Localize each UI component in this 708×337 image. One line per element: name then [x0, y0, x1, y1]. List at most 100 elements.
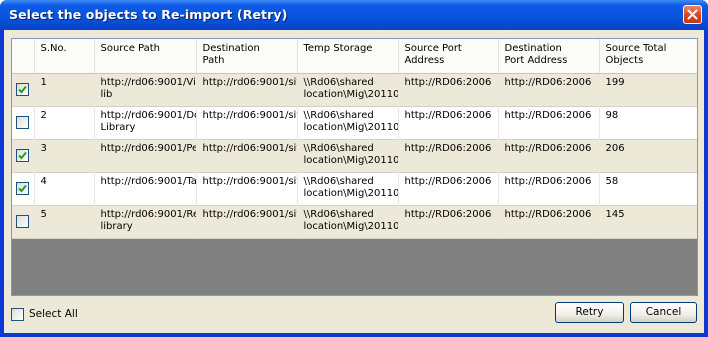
temp-storage-cell: \\Rd06\sharedlocation\Mig\2011092	[297, 172, 399, 206]
close-icon	[687, 9, 698, 20]
title-bar[interactable]: Select the objects to Re-import (Retry)	[0, 0, 708, 30]
cell-text: location\Mig\2011092	[303, 188, 398, 199]
cell-text: \\Rd06\shared	[303, 209, 374, 220]
column-header-label: Source Total	[605, 43, 667, 54]
close-button[interactable]	[683, 5, 702, 24]
cell-text: \\Rd06\shared	[303, 110, 374, 121]
cell-text: http://rd06:9001/Vie	[100, 77, 196, 88]
destination-path-cell: http://rd06:9001/site	[196, 139, 298, 173]
cell-text: http://rd06:9001/site	[202, 209, 297, 220]
destination-path-cell: http://rd06:9001/site	[196, 73, 298, 107]
table-row[interactable]: 5 http://rd06:9001/Rel library http://rd06:…	[12, 205, 697, 239]
cell-text: http://RD06:2006	[504, 77, 592, 88]
row-checkbox[interactable]	[16, 83, 30, 97]
source-port-cell: http://RD06:2006	[398, 106, 499, 140]
source-total-cell: 199	[599, 73, 697, 107]
column-header-label: Address	[404, 55, 445, 66]
serial-number-cell: 3	[34, 139, 95, 173]
column-header-label: Source Path	[100, 43, 161, 54]
cell-text: location\Mig\2011092	[303, 221, 398, 232]
destination-path-cell: http://rd06:9001/site	[196, 172, 298, 206]
column-header-label: Destination	[202, 43, 260, 54]
source-path-cell: http://rd06:9001/Per	[94, 139, 197, 173]
grid-header: S.No. Source Path Destination Path Temp Stor…	[12, 39, 697, 74]
temp-storage-cell: \\Rd06\sharedlocation\Mig\2011092	[297, 106, 399, 140]
header-sno[interactable]: S.No.	[34, 39, 95, 74]
objects-grid[interactable]: S.No. Source Path Destination Path Temp Stor…	[11, 38, 698, 296]
cell-text: Library	[100, 122, 136, 133]
dialog-window: Select the objects to Re-import (Retry)	[0, 0, 708, 337]
destination-path-cell: http://rd06:9001/site	[196, 205, 298, 239]
cell-text: http://RD06:2006	[404, 110, 492, 121]
cell-text: 145	[605, 209, 625, 220]
cell-text: location\Mig\2011092	[303, 122, 398, 133]
column-header-label: Path	[202, 55, 225, 66]
table-row[interactable]: 2 http://rd06:9001/Do Library http://rd06:9…	[12, 106, 697, 140]
header-source-port[interactable]: Source Port Address	[398, 39, 499, 74]
cell-text: \\Rd06\shared	[303, 143, 374, 154]
source-total-cell: 98	[599, 106, 697, 140]
cell-text: http://rd06:9001/Tas	[100, 176, 196, 187]
table-row[interactable]: 4 http://rd06:9001/Tas http://rd06:9001/si…	[12, 172, 697, 206]
row-checkbox-cell	[12, 205, 35, 239]
check-icon	[18, 152, 28, 160]
cell-text: \\Rd06\shared	[303, 77, 374, 88]
cell-text: 98	[605, 110, 619, 121]
table-row[interactable]: 1 http://rd06:9001/Vie lib http://rd06:9001…	[12, 73, 697, 107]
cell-text: http://rd06:9001/site	[202, 110, 297, 121]
cell-text: http://rd06:9001/Per	[100, 143, 196, 154]
temp-storage-cell: \\Rd06\sharedlocation\Mig\2011092	[297, 139, 399, 173]
serial-number-cell: 4	[34, 172, 95, 206]
source-path-cell: http://rd06:9001/Rel library	[94, 205, 197, 239]
row-checkbox-cell	[12, 73, 35, 107]
select-all-checkbox[interactable]	[11, 308, 24, 321]
cell-text: http://rd06:9001/Do	[100, 110, 196, 121]
cell-text: http://rd06:9001/site	[202, 176, 297, 187]
source-port-cell: http://RD06:2006	[398, 205, 499, 239]
row-checkbox[interactable]	[16, 182, 30, 196]
cell-text: location\Mig\2011092	[303, 155, 398, 166]
source-total-cell: 145	[599, 205, 697, 239]
source-path-cell: http://rd06:9001/Do Library	[94, 106, 197, 140]
source-path-cell: http://rd06:9001/Vie lib	[94, 73, 197, 107]
check-icon	[18, 86, 28, 94]
dialog-title: Select the objects to Re-import (Retry)	[9, 7, 288, 22]
source-port-cell: http://RD06:2006	[398, 73, 499, 107]
temp-storage-cell: \\Rd06\sharedlocation\Mig\2011092	[297, 205, 399, 239]
cell-text: http://RD06:2006	[504, 110, 592, 121]
serial-number-cell: 2	[34, 106, 95, 140]
cell-text: http://RD06:2006	[504, 143, 592, 154]
cell-text: \\Rd06\shared	[303, 176, 374, 187]
cell-text: library	[100, 221, 133, 232]
destination-port-cell: http://RD06:2006	[498, 73, 600, 107]
source-total-cell: 58	[599, 172, 697, 206]
cell-text: http://rd06:9001/Rel	[100, 209, 196, 220]
destination-port-cell: http://RD06:2006	[498, 205, 600, 239]
cell-text: http://RD06:2006	[404, 176, 492, 187]
header-source-total[interactable]: Source Total Objects	[599, 39, 697, 74]
cell-text: http://RD06:2006	[404, 77, 492, 88]
header-destination-path[interactable]: Destination Path	[196, 39, 298, 74]
serial-number-cell: 5	[34, 205, 95, 239]
cell-text: location\Mig\2011092	[303, 89, 398, 100]
cell-text: 199	[605, 77, 625, 88]
row-checkbox[interactable]	[16, 116, 30, 130]
destination-path-cell: http://rd06:9001/site	[196, 106, 298, 140]
row-checkbox[interactable]	[16, 149, 30, 163]
cancel-button[interactable]: Cancel	[630, 302, 697, 323]
table-row[interactable]: 3 http://rd06:9001/Per http://rd06:9001/si…	[12, 139, 697, 173]
column-header-label: Destination	[504, 43, 562, 54]
row-checkbox[interactable]	[16, 215, 30, 229]
cell-text: http://RD06:2006	[404, 143, 492, 154]
header-temp-storage[interactable]: Temp Storage	[297, 39, 399, 74]
header-destination-port[interactable]: Destination Port Address	[498, 39, 600, 74]
cell-text: 206	[605, 143, 625, 154]
column-header-label: Temp Storage	[303, 43, 373, 54]
check-icon	[18, 185, 28, 193]
header-source-path[interactable]: Source Path	[94, 39, 197, 74]
retry-button[interactable]: Retry	[555, 302, 624, 323]
column-header-label: Source Port	[404, 43, 462, 54]
cell-text: http://RD06:2006	[404, 209, 492, 220]
column-header-label: S.No.	[40, 43, 67, 54]
source-port-cell: http://RD06:2006	[398, 172, 499, 206]
